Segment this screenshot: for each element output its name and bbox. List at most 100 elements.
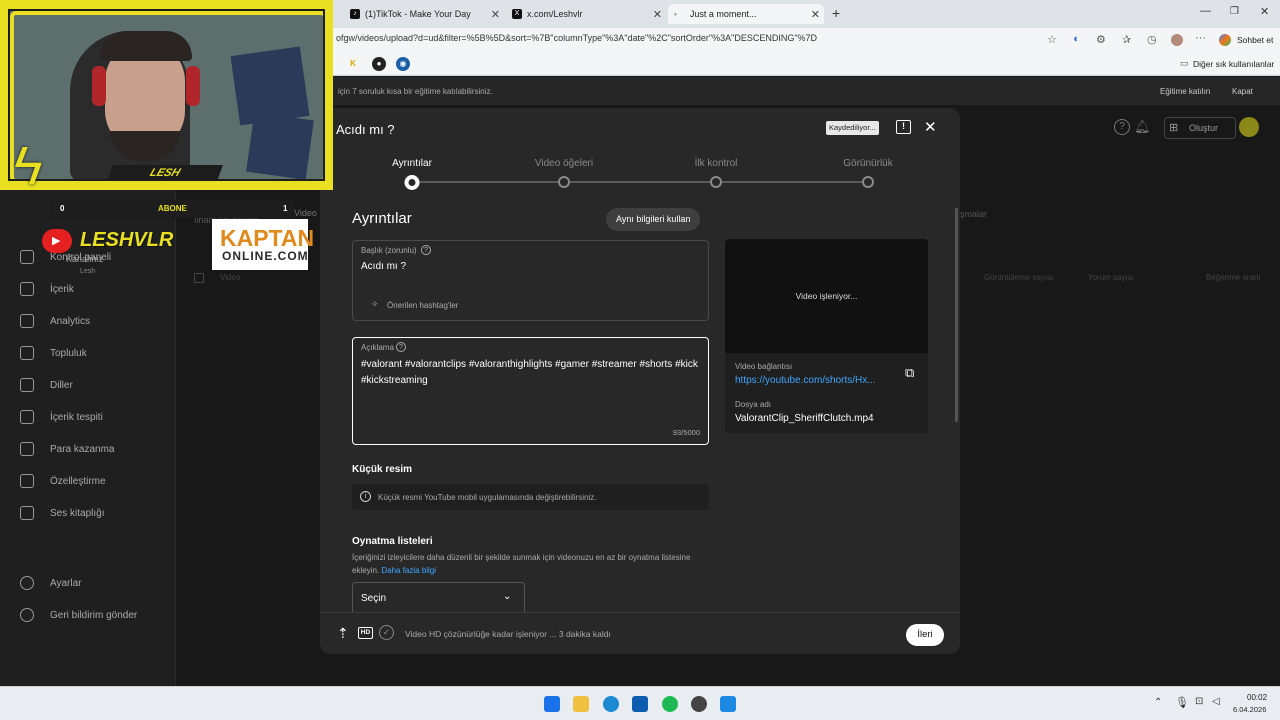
sidebar-item-label: Topluluk [50, 347, 87, 359]
step-dot-details[interactable] [404, 175, 420, 190]
account-avatar[interactable] [1239, 117, 1259, 137]
sidebar-item-1[interactable]: İçerik [20, 281, 74, 297]
help-icon[interactable]: ? [1114, 119, 1130, 135]
sidebar-item-6[interactable]: Para kazanma [20, 441, 114, 457]
sidebar-item-2[interactable]: Analytics [20, 313, 90, 329]
next-button[interactable]: İleri [906, 624, 944, 646]
more-menu-icon[interactable]: ··· [1195, 32, 1206, 44]
copy-icon[interactable]: ⧉ [905, 365, 914, 381]
bookmark-steam-icon[interactable]: ● [372, 57, 386, 71]
close-window-icon[interactable]: ✕ [1260, 5, 1269, 18]
tab-tiktok[interactable]: ♪ (1)TikTok - Make Your Day ✕ [344, 4, 504, 24]
info-icon: i [360, 491, 371, 502]
read-aloud-icon[interactable]: ◖ [1072, 33, 1079, 45]
file-name-label: Dosya adı [735, 400, 772, 409]
copilot-label[interactable]: Sohbet et [1237, 35, 1273, 45]
outlook-icon[interactable] [632, 696, 648, 712]
step-dot-visibility[interactable] [862, 176, 874, 188]
tab-active[interactable]: • Just a moment... ✕ [668, 4, 824, 24]
loading-icon: • [674, 9, 677, 19]
notifications-icon[interactable]: 🔔︎ [1134, 119, 1151, 135]
tab-video[interactable]: Video [294, 208, 317, 218]
url-field[interactable]: ofgw/videos/upload?d=ud&filter=%5B%5D&so… [336, 33, 817, 43]
step-checks[interactable]: İlk kontrol [695, 158, 738, 169]
tab-x[interactable]: X x.com/Leshvlr ✕ [506, 4, 666, 24]
bookmark-globe-icon[interactable]: ◉ [396, 57, 410, 71]
minimize-icon[interactable]: — [1200, 5, 1211, 17]
description-field[interactable]: Açıklama ? #valorant #valorantclips #val… [352, 337, 709, 445]
step-dot-video-elements[interactable] [558, 176, 570, 188]
app-icon[interactable] [720, 696, 736, 712]
learn-more-link[interactable]: Daha fazla bilgi [381, 566, 436, 575]
close-tab-icon[interactable]: ✕ [653, 8, 662, 21]
sidebar-item-label: Para kazanma [50, 443, 115, 455]
magic-icon [20, 474, 34, 488]
suggested-hashtags[interactable]: Önerilen hashtag'ler [387, 301, 458, 310]
sidebar-item-label: İçerik tespiti [50, 411, 103, 423]
sidebar-item-4[interactable]: Diller [20, 377, 73, 393]
new-tab-icon[interactable]: + [832, 5, 840, 21]
file-name: ValorantClip_SheriffClutch.mp4 [735, 413, 874, 424]
sidebar-item-8[interactable]: Ses kitaplığı [20, 505, 104, 521]
sidebar-item-3[interactable]: Topluluk [20, 345, 87, 361]
youtube-logo-icon: ▶ [42, 229, 72, 253]
title-field[interactable]: Başlık (zorunlu) ? Acıdı mı ? ✧ Önerilen… [352, 240, 709, 321]
reuse-details-button[interactable]: Aynı bilgileri kullan [606, 208, 701, 231]
sparkle-icon: ✧ [371, 299, 379, 309]
microphone-icon[interactable]: 🎙︎ [1175, 696, 1189, 709]
copilot-icon[interactable] [1219, 34, 1231, 46]
favorites-icon[interactable]: ✰ [1122, 33, 1131, 46]
step-details[interactable]: Ayrıntılar [392, 158, 432, 169]
banner-join-button[interactable]: Eğitime katılın [1160, 87, 1210, 96]
tray-chevron-icon[interactable]: ⌃ [1154, 697, 1162, 708]
video-link[interactable]: https://youtube.com/shorts/Hx... [735, 375, 876, 386]
maximize-icon[interactable]: ❐ [1230, 6, 1239, 17]
col-likes: Beğenme oranı [1206, 273, 1261, 282]
help-icon[interactable]: ? [421, 245, 431, 255]
chevron-down-icon: ⌄ [503, 591, 512, 602]
close-tab-icon[interactable]: ✕ [491, 8, 500, 21]
step-video-elements[interactable]: Video öğeleri [535, 158, 593, 169]
sidebar-item-label: İçerik [50, 283, 74, 295]
playlist-select-value: Seçin [361, 593, 387, 604]
favorite-star-icon[interactable]: ☆ [1047, 33, 1057, 46]
bookmark-kick-icon[interactable]: K [346, 57, 360, 71]
dialog-title: Acıdı mı ? [336, 122, 395, 137]
other-bookmarks[interactable]: Diğer sık kullanılanlar [1193, 59, 1274, 69]
sidebar-bottom-item-0[interactable]: Ayarlar [20, 575, 82, 591]
create-button[interactable]: ⊞ Oluştur [1164, 117, 1236, 139]
volume-icon[interactable]: ◁ [1212, 696, 1220, 707]
obs-icon[interactable] [691, 696, 707, 712]
content-icon [20, 282, 34, 296]
close-dialog-icon[interactable]: ✕ [924, 118, 937, 136]
create-label: Oluştur [1189, 123, 1219, 133]
step-visibility[interactable]: Görünürlük [843, 158, 892, 169]
network-icon[interactable]: ⊡ [1195, 696, 1203, 707]
profile-avatar[interactable] [1171, 34, 1183, 46]
col-playlists: işmalar [958, 209, 988, 219]
banner-close-button[interactable]: Kapat [1232, 87, 1253, 96]
history-icon[interactable]: ◷ [1147, 33, 1157, 46]
close-tab-icon[interactable]: ✕ [811, 8, 820, 21]
sidebar-item-5[interactable]: İçerik tespiti [20, 409, 103, 425]
spotify-icon[interactable] [662, 696, 678, 712]
sidebar-item-label: Ayarlar [50, 577, 82, 589]
playlist-select[interactable]: Seçin ⌄ [352, 582, 525, 612]
webcam-overlay: LESH ϟ [0, 0, 333, 196]
extensions-icon[interactable]: ⚙ [1096, 33, 1106, 46]
copyright-icon [20, 410, 34, 424]
description-value[interactable]: #valorant #valorantclips #valoranthighli… [361, 357, 701, 389]
start-icon[interactable] [544, 696, 560, 712]
select-all-checkbox[interactable] [194, 273, 204, 283]
step-dot-checks[interactable] [710, 176, 722, 188]
sidebar-bottom-item-1[interactable]: Geri bildirim gönder [20, 607, 137, 623]
edge-icon[interactable] [603, 696, 619, 712]
title-value[interactable]: Acıdı mı ? [361, 261, 406, 272]
file-explorer-icon[interactable] [573, 696, 589, 712]
dialog-scrollbar[interactable] [955, 208, 958, 422]
sidebar-item-7[interactable]: Özelleştirme [20, 473, 106, 489]
help-icon[interactable]: ? [396, 342, 406, 352]
feedback-icon[interactable]: ! [896, 120, 911, 134]
upload-icon: ⇡ [337, 625, 349, 641]
video-preview-player: Video işleniyor... [725, 239, 928, 353]
